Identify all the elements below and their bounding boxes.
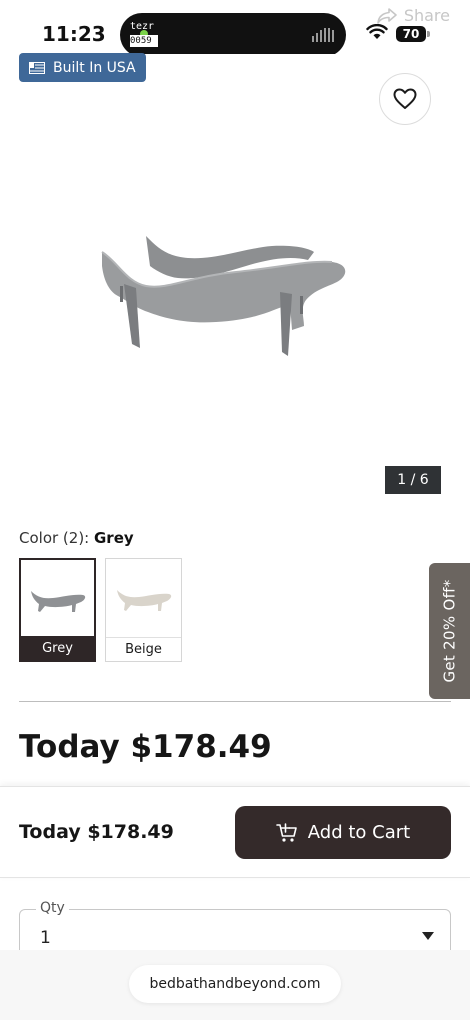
dynamic-island: tezr 0059 [120,13,346,57]
heart-icon [393,88,417,109]
island-app-icon: tezr 0059 [130,21,158,49]
favorite-button[interactable] [379,73,431,125]
audio-bars-icon [312,28,334,42]
flag-icon [29,61,45,74]
share-label: Share [403,6,450,25]
qty-value: 1 [40,928,51,948]
chevron-down-icon [422,932,434,940]
badge-label: Built In USA [53,59,136,76]
built-in-usa-badge: Built In USA [19,53,146,82]
add-to-cart-label: Add to Cart [307,822,411,843]
sticky-cart-bar: Today $178.49 Add to Cart [0,786,470,878]
browser-bottom-bar: bedbathandbeyond.com [0,950,470,1020]
wifi-icon [366,24,388,39]
promo-label: Get 20% Off* [440,579,459,683]
color-label: Color (2): Grey [19,529,134,547]
color-swatch-beige[interactable]: Beige [105,558,182,662]
divider [19,701,451,702]
grey-stand-thumbnail [30,591,85,612]
selected-color: Grey [94,529,134,547]
sticky-price: Today $178.49 [19,821,174,843]
image-counter: 1 / 6 [385,466,441,494]
add-to-cart-button[interactable]: Add to Cart [235,806,451,859]
battery-indicator: 70 [396,26,430,42]
cart-plus-icon [275,822,297,842]
swatch-label: Beige [106,637,181,661]
color-swatch-grey[interactable]: Grey [19,558,96,662]
today-price: Today $178.49 [19,729,272,765]
swatch-label: Grey [21,636,94,660]
qty-label: Qty [36,900,69,916]
beige-stand-thumbnail [116,590,171,611]
share-icon [377,7,397,24]
url-bar[interactable]: bedbathandbeyond.com [129,965,341,1003]
share-button[interactable]: Share [376,6,450,25]
promo-tab[interactable]: Get 20% Off* [429,563,470,699]
product-image [101,236,346,356]
status-time: 11:23 [42,22,106,46]
